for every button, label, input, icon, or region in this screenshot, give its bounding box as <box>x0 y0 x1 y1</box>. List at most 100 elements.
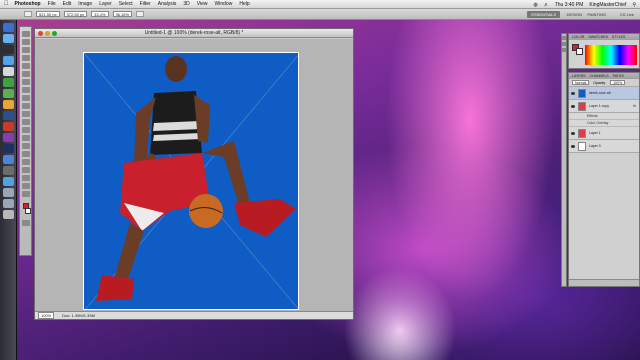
lasso-tool-icon[interactable] <box>21 47 30 53</box>
reference-point-icon[interactable] <box>24 11 32 17</box>
tab-channels[interactable]: CHANNELS <box>590 73 609 79</box>
close-window-icon[interactable] <box>38 31 43 36</box>
downloads-folder-icon[interactable] <box>2 188 14 197</box>
apple-menu-icon[interactable]:  <box>4 1 9 7</box>
documents-folder-icon[interactable] <box>2 199 14 208</box>
gradient-tool-icon[interactable] <box>21 119 30 125</box>
menu-help[interactable]: Help <box>239 1 249 7</box>
visibility-eye-icon[interactable] <box>571 144 575 148</box>
finder-icon[interactable] <box>2 23 14 32</box>
menu-window[interactable]: Window <box>215 1 233 7</box>
layer-row[interactable]: derek-rose-alt <box>569 87 639 100</box>
layer-row[interactable]: Layer 0 <box>569 140 639 153</box>
ichat-icon[interactable] <box>2 78 14 87</box>
image-canvas[interactable] <box>83 52 299 310</box>
minimize-window-icon[interactable] <box>45 31 50 36</box>
panel-dock-icon[interactable] <box>562 36 566 40</box>
itunes-icon[interactable] <box>2 111 14 120</box>
move-tool-icon[interactable] <box>21 31 30 37</box>
canvas-area[interactable] <box>35 39 353 311</box>
blend-mode-select[interactable]: Normal <box>572 80 590 85</box>
menu-photoshop[interactable]: Photoshop <box>15 1 41 7</box>
menu-view[interactable]: View <box>197 1 208 7</box>
pen-tool-icon[interactable] <box>21 143 30 149</box>
system-prefs-icon[interactable] <box>2 166 14 175</box>
menu-3d[interactable]: 3D <box>183 1 189 7</box>
menu-filter[interactable]: Filter <box>140 1 151 7</box>
zoom-tool-icon[interactable] <box>21 191 30 197</box>
quick-select-tool-icon[interactable] <box>21 55 30 61</box>
quick-mask-icon[interactable] <box>21 220 30 226</box>
healing-brush-tool-icon[interactable] <box>21 79 30 85</box>
menu-clock[interactable]: Thu 3:40 PM <box>555 2 584 8</box>
x-field[interactable]: 521.50 px <box>36 11 60 17</box>
panel-dock-icon[interactable] <box>562 42 566 46</box>
zoom-level-field[interactable]: 100% <box>38 312 55 319</box>
background-color-swatch[interactable] <box>24 208 31 214</box>
shape-tool-icon[interactable] <box>21 167 30 173</box>
tab-styles[interactable]: STYLES <box>612 34 625 40</box>
mail-icon[interactable] <box>2 56 14 65</box>
fx-icon[interactable]: fx <box>633 104 636 108</box>
panel-dock-icon[interactable] <box>562 48 566 52</box>
path-select-tool-icon[interactable] <box>21 159 30 165</box>
cs-live-button[interactable]: CS Live <box>620 11 634 18</box>
height-field[interactable]: 36.16% <box>112 11 133 17</box>
painting-workspace[interactable]: PAINTING <box>587 11 606 18</box>
zoom-window-icon[interactable] <box>52 31 57 36</box>
history-brush-tool-icon[interactable] <box>21 103 30 109</box>
color-overlay-row[interactable]: Color Overlay <box>569 120 639 127</box>
trash-icon[interactable] <box>2 210 14 219</box>
address-book-icon[interactable] <box>2 67 14 76</box>
menu-analysis[interactable]: Analysis <box>158 1 177 7</box>
brush-tool-icon[interactable] <box>21 87 30 93</box>
document-title-bar[interactable]: Untitled-1 @ 100% (derek-rose-alt, RGB/8… <box>35 29 353 38</box>
type-tool-icon[interactable] <box>21 151 30 157</box>
safari-icon[interactable] <box>2 34 14 43</box>
clone-stamp-tool-icon[interactable] <box>21 95 30 101</box>
y-field[interactable]: 372.50 px <box>63 11 88 17</box>
wifi-icon[interactable]: ◍ <box>533 2 537 8</box>
marquee-tool-icon[interactable] <box>21 39 30 45</box>
dodge-tool-icon[interactable] <box>21 135 30 141</box>
layer-row[interactable]: Layer 1 <box>569 127 639 140</box>
design-workspace[interactable]: DESIGN <box>567 11 582 18</box>
visibility-eye-icon[interactable] <box>571 104 575 108</box>
menu-file[interactable]: File <box>48 1 56 7</box>
eraser-tool-icon[interactable] <box>21 111 30 117</box>
menu-select[interactable]: Select <box>119 1 133 7</box>
tab-layers[interactable]: LAYERS <box>572 73 586 79</box>
warp-toggle-icon[interactable] <box>136 11 145 17</box>
effects-row[interactable]: Effects <box>569 113 639 120</box>
opacity-field[interactable]: 100% <box>610 80 626 85</box>
layer-row[interactable]: Layer 1 copy fx <box>569 100 639 113</box>
menu-edit[interactable]: Edit <box>63 1 72 7</box>
visibility-eye-icon[interactable] <box>571 131 575 135</box>
3d-rotate-tool-icon[interactable] <box>21 175 30 181</box>
skype-icon[interactable] <box>2 177 14 186</box>
menu-image[interactable]: Image <box>78 1 92 7</box>
document-size[interactable]: Doc: 1.39M/1.39M <box>62 313 95 318</box>
facetime-icon[interactable] <box>2 89 14 98</box>
eyedropper-tool-icon[interactable] <box>21 71 30 77</box>
tab-swatches[interactable]: SWATCHES <box>588 34 607 40</box>
color-bg-swatch[interactable] <box>576 48 583 55</box>
dashboard-icon[interactable] <box>2 45 14 54</box>
volume-icon[interactable]: ♬ <box>544 2 549 8</box>
visibility-eye-icon[interactable] <box>571 91 575 95</box>
width-field[interactable]: 33.4% <box>91 11 109 17</box>
firefox-icon[interactable] <box>2 100 14 109</box>
blur-tool-icon[interactable] <box>21 127 30 133</box>
tab-paths[interactable]: PATHS <box>613 73 624 79</box>
color-spectrum[interactable] <box>585 45 637 65</box>
preview-icon[interactable] <box>2 155 14 164</box>
menu-layer[interactable]: Layer <box>99 1 112 7</box>
spotlight-icon[interactable]: ⚲ <box>632 2 636 8</box>
menu-user[interactable]: KingMasterChief <box>589 2 626 8</box>
tab-color[interactable]: COLOR <box>572 34 584 40</box>
hand-tool-icon[interactable] <box>21 183 30 189</box>
photobooth-icon[interactable] <box>2 122 14 131</box>
crop-tool-icon[interactable] <box>21 63 30 69</box>
photoshop-icon[interactable] <box>2 144 14 153</box>
essentials-button[interactable]: ESSENTIALS <box>527 11 560 18</box>
